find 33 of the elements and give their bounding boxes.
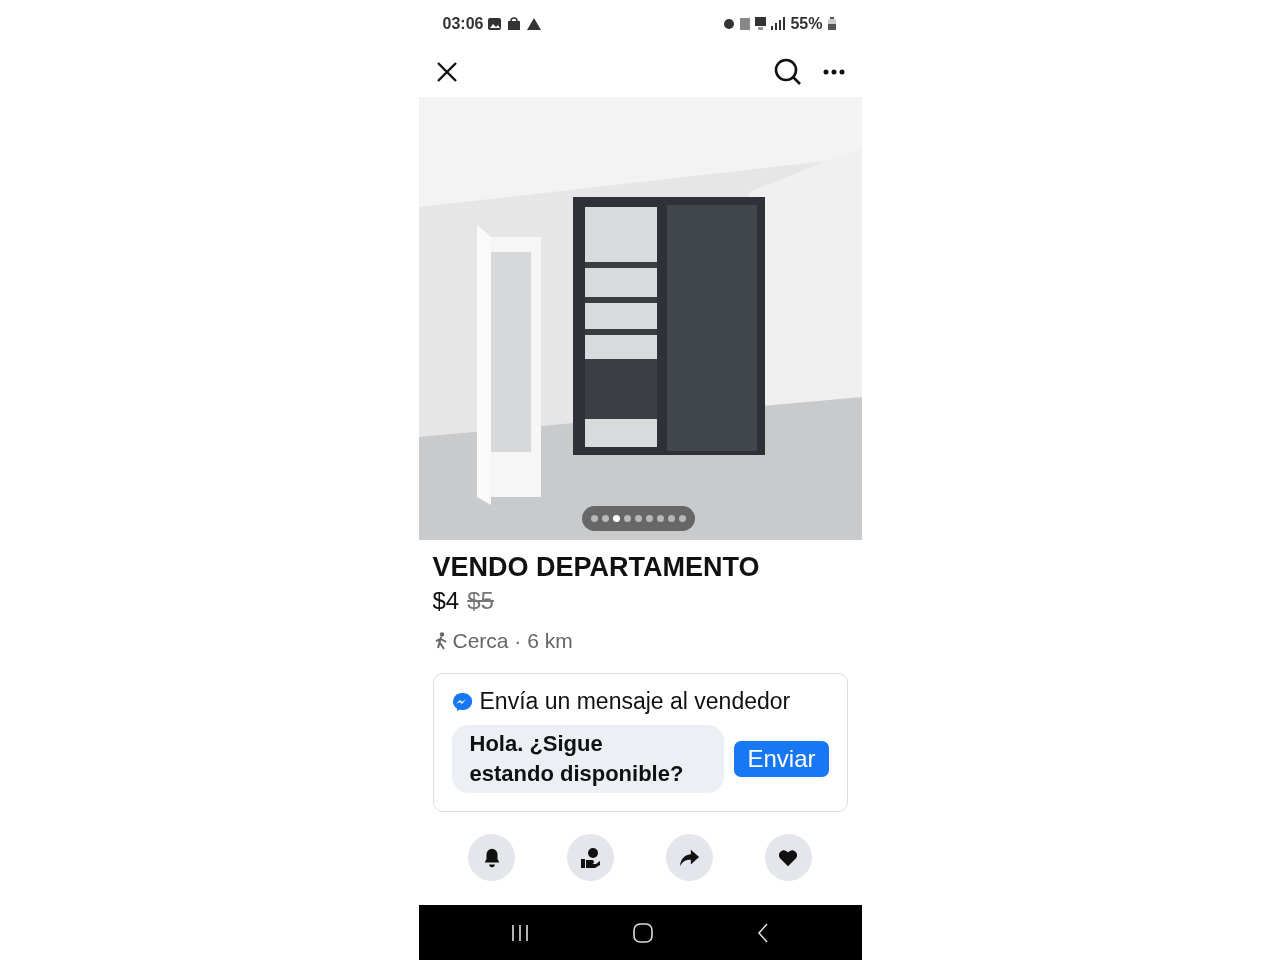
pager-dot[interactable] [645,515,653,522]
listing-location: Cerca · 6 km [452,629,573,653]
pager-dot[interactable] [656,515,664,522]
search-icon [773,58,802,86]
action-button[interactable] [468,834,516,881]
back-icon[interactable] [757,922,770,943]
recent-apps-icon[interactable] [510,923,529,942]
original-price: $5 [467,587,494,615]
message-field[interactable]: Hola. ¿Sigue estando disponible? [451,725,725,793]
more-icon [822,69,845,75]
pager-dot[interactable] [623,515,631,522]
search-button[interactable] [773,58,802,86]
action-button[interactable] [764,834,812,881]
signal-icon [771,17,786,30]
message-heading: Envía un mensaje al vendedor [479,688,791,715]
send-button[interactable]: Enviar [734,741,829,777]
pager-dot[interactable] [667,515,675,522]
hand-coin-icon [578,845,603,870]
listing-title: VENDO DEPARTAMENTO [432,552,761,583]
pager-dot[interactable] [601,515,609,522]
listing-price: $4 [432,587,460,615]
pager-dot[interactable] [612,515,620,522]
messenger-icon [451,691,472,712]
pager-dot[interactable] [590,515,598,522]
action-button[interactable] [567,834,615,881]
close-icon [435,61,458,83]
battery-percent: 55% [790,14,823,33]
battery-icon [827,17,836,30]
home-icon[interactable] [633,922,653,943]
action-button[interactable] [665,834,713,881]
pager-dot[interactable] [678,515,686,522]
pager-dot[interactable] [634,515,642,522]
status-time: 03:06 [442,14,484,33]
